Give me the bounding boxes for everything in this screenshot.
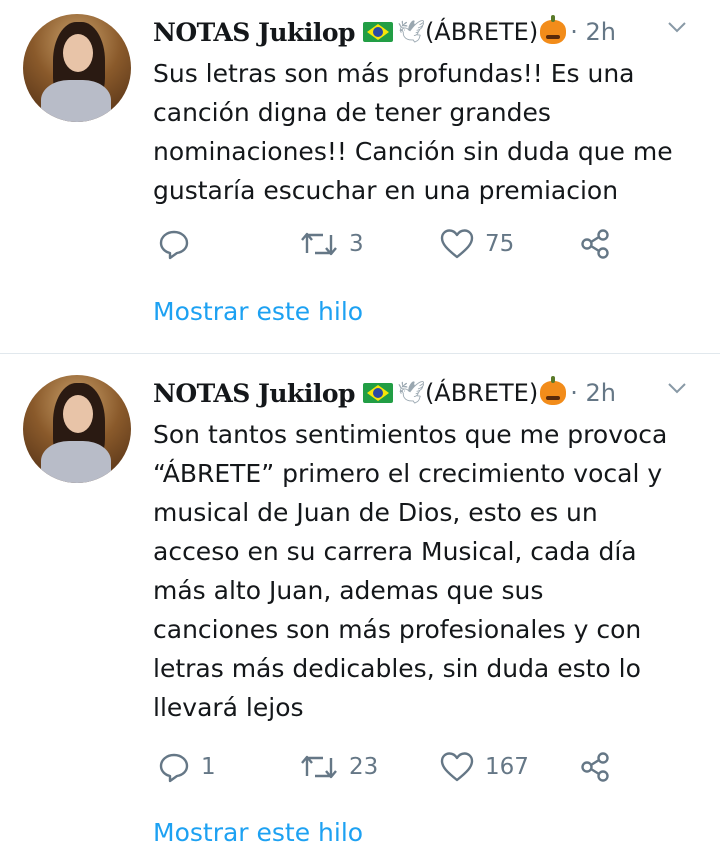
like-count: 167 — [485, 754, 529, 780]
tweet-time[interactable]: · 2h — [570, 18, 616, 46]
avatar[interactable] — [23, 14, 131, 122]
tweet-header: NOTAS Jukilop 🕊 (ÁBRETE) · 2h — [153, 14, 616, 50]
tweet-actions: 3 75 — [153, 224, 673, 264]
avatar-face — [63, 395, 93, 433]
reply-count: 1 — [201, 754, 216, 780]
author-name[interactable]: NOTAS Jukilop — [153, 379, 356, 408]
pumpkin-icon — [540, 15, 567, 44]
tweet-divider — [0, 353, 720, 354]
heart-icon — [440, 752, 474, 782]
tweet-card[interactable]: NOTAS Jukilop 🕊 (ÁBRETE) · 2h Sus letras… — [0, 0, 720, 354]
tweet-text: Sus letras son más profundas!! Es una ca… — [153, 59, 673, 205]
tweet-header: NOTAS Jukilop 🕊 (ÁBRETE) · 2h — [153, 375, 616, 411]
share-icon — [581, 752, 609, 782]
share-button[interactable] — [579, 224, 613, 264]
show-thread-link[interactable]: Mostrar este hilo — [153, 297, 363, 326]
avatar-face — [63, 34, 93, 72]
tweet-text: Son tantos sentimientos que me provoca “… — [153, 420, 668, 722]
like-count: 75 — [485, 231, 515, 257]
like-button[interactable]: 75 — [439, 224, 514, 264]
author-name[interactable]: NOTAS Jukilop — [153, 18, 356, 47]
like-button[interactable]: 167 — [439, 747, 529, 787]
tweet-time[interactable]: · 2h — [570, 379, 616, 407]
retweet-icon — [301, 232, 337, 256]
avatar[interactable] — [23, 375, 131, 483]
tweet-actions: 1 23 167 — [153, 747, 673, 787]
pumpkin-icon — [540, 376, 567, 405]
share-icon — [581, 229, 609, 259]
avatar-dress — [41, 80, 111, 122]
avatar-dress — [41, 441, 111, 483]
retweet-count: 3 — [349, 231, 364, 257]
retweet-count: 23 — [349, 754, 379, 780]
chevron-down-icon[interactable] — [666, 377, 688, 399]
reply-icon — [159, 230, 189, 260]
dove-icon: 🕊 — [397, 19, 425, 45]
brazil-flag-icon — [363, 22, 393, 42]
reply-button[interactable] — [157, 224, 201, 264]
heart-icon — [440, 229, 474, 259]
reply-button[interactable]: 1 — [157, 747, 216, 787]
author-name-suffix: (ÁBRETE) — [424, 18, 539, 46]
chevron-down-icon[interactable] — [666, 16, 688, 38]
dove-icon: 🕊 — [397, 380, 425, 406]
retweet-icon — [301, 755, 337, 779]
retweet-button[interactable]: 3 — [299, 224, 364, 264]
reply-icon — [159, 753, 189, 783]
brazil-flag-icon — [363, 383, 393, 403]
author-name-suffix: (ÁBRETE) — [424, 379, 539, 407]
tweet-card[interactable]: NOTAS Jukilop 🕊 (ÁBRETE) · 2h Son tantos… — [0, 355, 720, 864]
share-button[interactable] — [579, 747, 613, 787]
retweet-button[interactable]: 23 — [299, 747, 378, 787]
show-thread-link[interactable]: Mostrar este hilo — [153, 818, 363, 847]
